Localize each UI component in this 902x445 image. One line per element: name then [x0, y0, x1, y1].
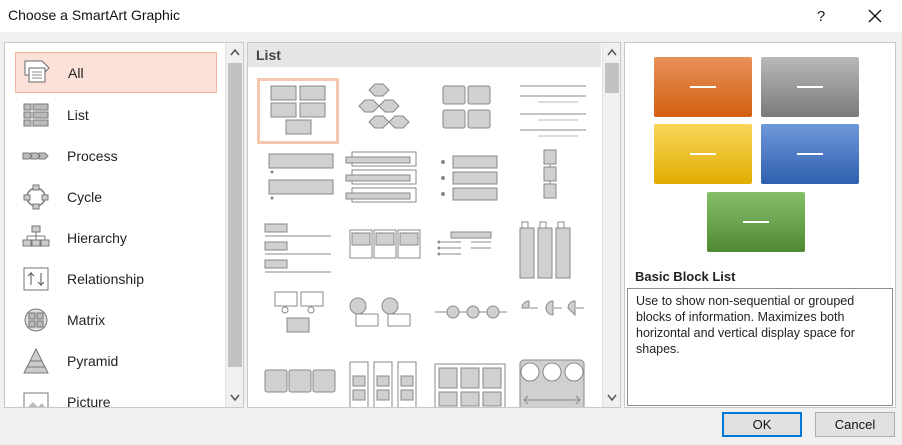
preview-block [761, 57, 859, 117]
scroll-up-icon[interactable] [603, 43, 620, 61]
category-cycle[interactable]: Cycle [15, 176, 217, 217]
category-list-item[interactable]: List [15, 94, 217, 135]
preview-block [707, 192, 805, 252]
help-button[interactable]: ? [798, 0, 844, 32]
scroll-down-icon[interactable] [603, 389, 620, 407]
process-icon [21, 142, 51, 170]
help-icon: ? [816, 7, 826, 25]
category-all[interactable]: All [15, 52, 217, 93]
preview-block [761, 124, 859, 184]
layout-horizontal-bullet-list[interactable] [431, 148, 513, 214]
picture-icon [21, 388, 51, 407]
hierarchy-icon [21, 224, 51, 252]
category-relationship[interactable]: Relationship [15, 258, 217, 299]
preview-block [654, 57, 752, 117]
title-bar: Choose a SmartArt Graphic ? [0, 0, 902, 32]
category-label: List [67, 106, 89, 123]
window-title: Choose a SmartArt Graphic [8, 7, 180, 23]
layout-hexagon-cluster[interactable] [344, 78, 426, 144]
close-icon [868, 9, 882, 23]
layout-bubble-list[interactable] [431, 288, 513, 354]
layout-picture-strips[interactable] [518, 218, 600, 284]
layout-picture-caption-list[interactable] [257, 288, 339, 354]
relationship-icon [21, 265, 51, 293]
scrollbar-thumb[interactable] [605, 63, 619, 93]
category-label: Picture [67, 393, 111, 408]
layout-table-list[interactable] [344, 218, 426, 284]
category-label: Cycle [67, 188, 103, 205]
cancel-button[interactable]: Cancel [815, 412, 895, 437]
layout-tab-list[interactable] [344, 358, 426, 407]
preview-description: Use to show non-sequential or grouped bl… [627, 288, 893, 406]
matrix-icon [21, 306, 51, 334]
gallery-scrollbar[interactable] [602, 43, 620, 407]
layout-basic-block-list[interactable] [257, 78, 339, 144]
pyramid-icon [21, 347, 51, 375]
close-button[interactable] [852, 0, 898, 32]
scroll-down-icon[interactable] [226, 389, 243, 407]
ok-button[interactable]: OK [722, 412, 802, 437]
category-process[interactable]: Process [15, 135, 217, 176]
cycle-icon [21, 183, 51, 211]
category-hierarchy[interactable]: Hierarchy [15, 217, 217, 258]
category-list[interactable]: All List Process Cycle Hierarchy Relatio… [4, 42, 244, 408]
layout-trapezoid-list[interactable] [431, 218, 513, 284]
layout-grouped-list[interactable] [431, 78, 513, 144]
all-icon [22, 59, 52, 87]
layout-vertical-bullet-list[interactable] [257, 148, 339, 214]
layout-arrow-process-list[interactable] [257, 358, 339, 407]
list-icon [21, 101, 51, 129]
layout-gallery[interactable]: List [247, 42, 621, 408]
preview-block [654, 124, 752, 184]
gallery-section-header: List [248, 43, 601, 67]
category-label: Process [67, 147, 118, 164]
scrollbar-thumb[interactable] [228, 63, 242, 367]
category-label: Matrix [67, 311, 106, 328]
scroll-up-icon[interactable] [226, 43, 243, 61]
category-matrix[interactable]: Matrix [15, 299, 217, 340]
layout-circle-arrow-list[interactable] [518, 358, 600, 407]
layout-vertical-box-list[interactable] [518, 148, 600, 214]
category-label: Pyramid [67, 352, 119, 369]
preview-title: Basic Block List [635, 269, 736, 284]
dialog-body: All List Process Cycle Hierarchy Relatio… [0, 32, 902, 445]
layout-circle-accent-list[interactable] [344, 288, 426, 354]
layout-pie-accent-list[interactable] [518, 288, 600, 354]
layout-framed-block-list[interactable] [431, 358, 513, 407]
category-pyramid[interactable]: Pyramid [15, 340, 217, 381]
layout-stacked-list[interactable] [344, 148, 426, 214]
category-label: All [68, 64, 84, 81]
layout-bending-list[interactable] [257, 218, 339, 284]
category-scrollbar[interactable] [225, 43, 243, 407]
category-label: Hierarchy [67, 229, 127, 246]
layout-lined-list[interactable] [518, 78, 600, 144]
category-picture[interactable]: Picture [15, 381, 217, 408]
preview-pane: Basic Block List Use to show non-sequent… [624, 42, 896, 408]
category-label: Relationship [67, 270, 145, 287]
